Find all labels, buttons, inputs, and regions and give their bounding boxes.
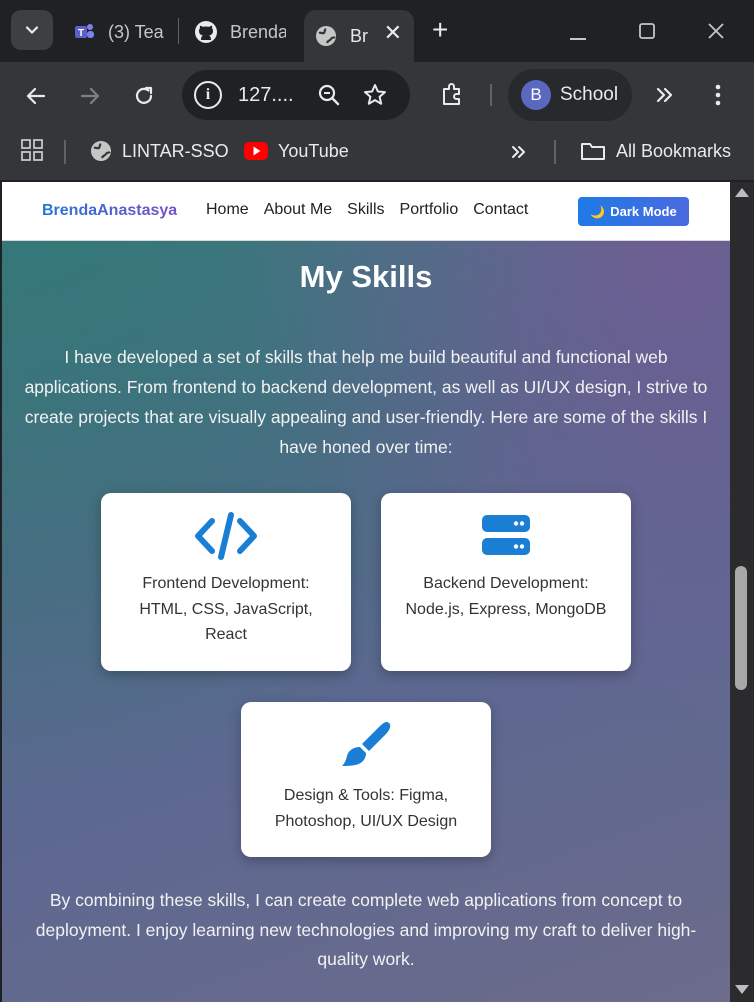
chevron-down-icon <box>25 26 39 35</box>
scroll-down-arrow-icon[interactable] <box>735 985 749 994</box>
forward-button[interactable] <box>76 82 104 110</box>
minimize-button[interactable] <box>568 28 588 46</box>
globe-icon <box>314 24 338 48</box>
extensions-icon[interactable] <box>438 80 466 113</box>
skills-intro: I have developed a set of skills that he… <box>24 347 708 457</box>
maximize-button[interactable] <box>638 22 656 45</box>
tab-search-button[interactable] <box>11 10 53 50</box>
tab-divider <box>178 18 179 44</box>
dark-mode-label: Dark Mode <box>610 204 677 219</box>
nav-about-me[interactable]: About Me <box>264 201 332 219</box>
bookmarks-divider <box>554 140 556 164</box>
site-logo[interactable]: BrendaAnastasya <box>42 202 177 220</box>
dark-mode-button[interactable]: 🌙 Dark Mode <box>578 197 689 226</box>
kebab-menu-icon[interactable] <box>708 82 728 113</box>
more-bookmarks-icon[interactable] <box>508 141 530 168</box>
github-icon <box>194 20 218 44</box>
new-tab-button[interactable]: + <box>432 16 448 44</box>
bookmarks-bar: LINTAR-SSO YouTube All Bookmarks <box>0 128 754 180</box>
close-window-button[interactable] <box>706 21 726 46</box>
scroll-up-arrow-icon[interactable] <box>735 188 749 197</box>
youtube-icon <box>244 142 268 160</box>
skill-card-backend: Backend Development: Node.js, Express, M… <box>381 493 631 671</box>
browser-toolbar: i 127.... B School <box>0 62 754 128</box>
scrollbar-thumb[interactable] <box>735 566 747 690</box>
bookmarks-divider <box>64 140 66 164</box>
bookmark-star-icon[interactable] <box>362 82 388 113</box>
tab-title: (3) Tea <box>108 21 164 42</box>
bookmark-youtube[interactable]: YouTube <box>244 138 349 164</box>
nav-links: Home About Me Skills Portfolio Contact <box>206 201 543 219</box>
folder-icon <box>580 140 606 162</box>
globe-icon <box>90 140 112 162</box>
url-text[interactable]: 127.... <box>238 84 294 107</box>
apps-grid-icon[interactable] <box>20 138 44 167</box>
bookmark-label: LINTAR-SSO <box>122 140 229 161</box>
tab-strip: T (3) Tea Brenda Br ✕ + <box>0 0 754 62</box>
maximize-icon <box>639 23 655 39</box>
page-title: My Skills <box>299 259 433 294</box>
page-viewport: BrendaAnastasya Home About Me Skills Por… <box>2 182 730 1002</box>
skill-card-design: Design & Tools: Figma, Photoshop, UI/UX … <box>241 702 491 857</box>
nav-portfolio[interactable]: Portfolio <box>400 201 459 219</box>
zoom-icon[interactable] <box>316 82 342 113</box>
skill-card-frontend: Frontend Development: HTML, CSS, JavaScr… <box>101 493 351 671</box>
svg-text:T: T <box>78 28 84 39</box>
tab-github[interactable]: Brenda <box>194 10 286 54</box>
moon-icon: 🌙 <box>590 204 606 219</box>
skills-outro: By combining these skills, I can create … <box>35 890 697 969</box>
address-bar[interactable]: i 127.... <box>182 70 410 120</box>
server-icon <box>381 493 631 571</box>
double-chevron-right-icon[interactable] <box>652 82 678 113</box>
code-icon <box>101 493 351 571</box>
close-tab-icon[interactable]: ✕ <box>384 22 402 44</box>
arrow-right-icon <box>80 87 100 105</box>
minimize-icon <box>570 38 586 40</box>
tab-title: Brenda <box>230 21 286 42</box>
close-icon <box>708 23 724 39</box>
tab-title: Br <box>350 25 368 46</box>
bookmark-label: YouTube <box>278 140 349 161</box>
profile-button[interactable]: B School <box>508 69 632 121</box>
all-bookmarks[interactable]: All Bookmarks <box>580 138 731 164</box>
site-info-icon[interactable]: i <box>194 81 222 109</box>
back-button[interactable] <box>22 82 50 110</box>
profile-name: School <box>560 84 619 105</box>
page-scrollbar[interactable] <box>730 182 754 1002</box>
site-navbar: BrendaAnastasya Home About Me Skills Por… <box>2 182 730 241</box>
skill-card-text: Design & Tools: Figma, Photoshop, UI/UX … <box>274 787 458 830</box>
arrow-left-icon <box>26 87 46 105</box>
teams-icon: T <box>72 20 96 44</box>
nav-contact[interactable]: Contact <box>473 201 528 219</box>
paint-brush-icon <box>241 702 491 783</box>
bookmark-label: All Bookmarks <box>616 140 732 161</box>
reload-icon <box>135 86 153 104</box>
reload-button[interactable] <box>130 82 158 110</box>
tab-active[interactable]: Br ✕ <box>304 10 414 62</box>
bookmark-lintar-sso[interactable]: LINTAR-SSO <box>90 138 229 164</box>
avatar: B <box>521 80 551 110</box>
tab-teams[interactable]: T (3) Tea <box>72 10 168 54</box>
nav-home[interactable]: Home <box>206 201 249 219</box>
nav-skills[interactable]: Skills <box>347 201 384 219</box>
toolbar-divider <box>490 84 492 106</box>
skill-card-text: Frontend Development: HTML, CSS, JavaScr… <box>139 575 313 643</box>
skill-card-text: Backend Development: Node.js, Express, M… <box>405 575 607 618</box>
